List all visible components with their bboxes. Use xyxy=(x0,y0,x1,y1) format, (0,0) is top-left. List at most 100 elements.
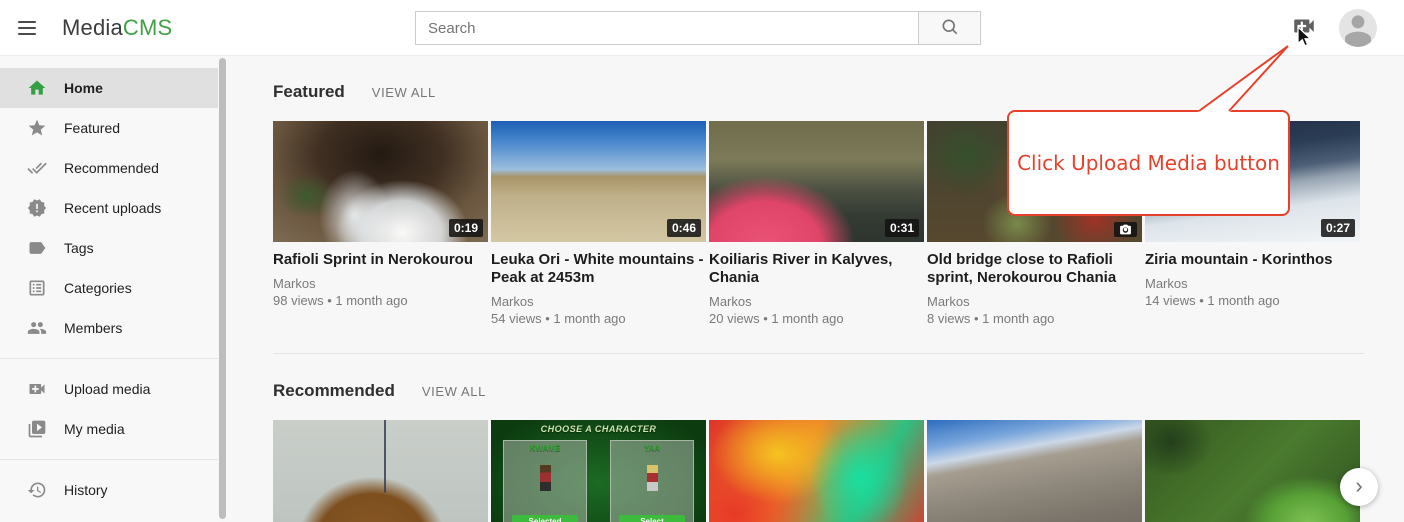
character-panel: YAA Select xyxy=(610,440,694,522)
user-avatar[interactable] xyxy=(1339,9,1377,47)
video-thumbnail[interactable]: 0:19 xyxy=(273,121,488,242)
sidebar-item-history[interactable]: History xyxy=(0,470,218,510)
person-icon xyxy=(1339,9,1377,47)
done-all-icon xyxy=(27,158,47,178)
carousel-next-button[interactable]: › xyxy=(1340,468,1378,506)
duration-badge: 0:31 xyxy=(885,219,919,237)
sidebar-item-label: History xyxy=(64,482,108,498)
sidebar-item-label: Home xyxy=(64,80,103,96)
media-card xyxy=(927,420,1142,522)
sidebar-item-featured[interactable]: Featured xyxy=(0,108,218,148)
duration-badge: 0:27 xyxy=(1321,219,1355,237)
sidebar-item-recommended[interactable]: Recommended xyxy=(0,148,218,188)
video-thumbnail[interactable] xyxy=(273,420,488,522)
sidebar-item-tags[interactable]: Tags xyxy=(0,228,218,268)
selected-button: Selected xyxy=(512,515,578,522)
media-title[interactable]: Rafioli Sprint in Nerokourou xyxy=(273,251,488,269)
media-meta: 54 views • 1 month ago xyxy=(491,310,706,327)
media-card xyxy=(273,420,488,522)
mediacms-page: MediaCMS Home Featured xyxy=(0,0,1404,522)
media-author[interactable]: Markos xyxy=(273,275,488,292)
media-title[interactable]: Leuka Ori - White mountains - Peak at 24… xyxy=(491,251,706,287)
media-author[interactable]: Markos xyxy=(927,293,1142,310)
media-card xyxy=(1145,420,1360,522)
media-card: 0:19 Rafioli Sprint in Nerokourou Markos… xyxy=(273,121,488,353)
star-icon xyxy=(27,118,47,138)
video-thumbnail[interactable] xyxy=(709,420,924,522)
people-icon xyxy=(27,318,47,338)
media-title[interactable]: Old bridge close to Rafioli sprint, Nero… xyxy=(927,251,1142,287)
duration-badge: 0:19 xyxy=(449,219,483,237)
search-button[interactable] xyxy=(918,11,981,45)
character-panel: KWAME Selected xyxy=(503,440,587,522)
hamburger-icon xyxy=(18,21,36,23)
menu-toggle-button[interactable] xyxy=(14,17,40,39)
video-call-icon xyxy=(27,379,47,399)
sidebar-item-label: Tags xyxy=(64,240,94,256)
list-icon xyxy=(27,278,47,298)
sidebar-item-members[interactable]: Members xyxy=(0,308,218,348)
section-divider xyxy=(273,353,1364,354)
media-card: CHOOSE A CHARACTER KWAME Selected YAA Se… xyxy=(491,420,706,522)
video-thumbnail[interactable] xyxy=(927,420,1142,522)
media-title[interactable]: Koiliaris River in Kalyves, Chania xyxy=(709,251,924,287)
media-card xyxy=(709,420,924,522)
tag-icon xyxy=(27,238,47,258)
camera-icon xyxy=(1119,223,1132,236)
sidebar-divider xyxy=(0,358,218,359)
select-button: Select xyxy=(619,515,685,522)
logo-text-media: Media xyxy=(62,15,123,41)
section-title: Recommended xyxy=(273,381,395,401)
sidebar-scrollbar[interactable] xyxy=(219,58,226,519)
media-author[interactable]: Markos xyxy=(491,293,706,310)
sidebar-item-label: Members xyxy=(64,320,122,336)
character-sprite xyxy=(647,465,658,491)
section-title: Featured xyxy=(273,82,345,102)
sidebar: Home Featured Recommended Recent uploads… xyxy=(0,56,218,522)
media-title[interactable]: Ziria mountain - Korinthos xyxy=(1145,251,1360,269)
history-icon xyxy=(27,480,47,500)
view-all-link[interactable]: VIEW ALL xyxy=(372,85,436,100)
sidebar-item-recent-uploads[interactable]: Recent uploads xyxy=(0,188,218,228)
sidebar-item-label: My media xyxy=(64,421,125,437)
logo-text-cms: CMS xyxy=(123,15,173,41)
media-meta: 14 views • 1 month ago xyxy=(1145,292,1360,309)
view-all-link[interactable]: VIEW ALL xyxy=(422,384,486,399)
search-input[interactable] xyxy=(415,11,918,45)
video-thumbnail[interactable]: 0:31 xyxy=(709,121,924,242)
sidebar-item-home[interactable]: Home xyxy=(0,68,218,108)
media-author[interactable]: Markos xyxy=(1145,275,1360,292)
mediacms-logo[interactable]: MediaCMS xyxy=(62,0,172,56)
callout-text: Click Upload Media button xyxy=(1017,151,1280,175)
sidebar-item-upload-media[interactable]: Upload media xyxy=(0,369,218,409)
thumbnail-overlay-title: CHOOSE A CHARACTER xyxy=(491,424,706,434)
sidebar-item-label: Categories xyxy=(64,280,132,296)
media-meta: 98 views • 1 month ago xyxy=(273,292,488,309)
search-icon xyxy=(940,17,960,40)
top-bar: MediaCMS xyxy=(0,0,1404,56)
media-meta: 8 views • 1 month ago xyxy=(927,310,1142,327)
mouse-cursor xyxy=(1297,26,1313,48)
video-thumbnail[interactable] xyxy=(1145,420,1360,522)
home-icon xyxy=(27,78,47,98)
video-thumbnail[interactable]: CHOOSE A CHARACTER KWAME Selected YAA Se… xyxy=(491,420,706,522)
sidebar-item-label: Recommended xyxy=(64,160,159,176)
search-bar xyxy=(415,11,981,45)
media-meta: 20 views • 1 month ago xyxy=(709,310,924,327)
sidebar-divider xyxy=(0,459,218,460)
new-releases-icon xyxy=(27,198,47,218)
media-card: 0:31 Koiliaris River in Kalyves, Chania … xyxy=(709,121,924,353)
sidebar-item-my-media[interactable]: My media xyxy=(0,409,218,449)
duration-badge: 0:46 xyxy=(667,219,701,237)
video-thumbnail[interactable]: 0:46 xyxy=(491,121,706,242)
sidebar-item-categories[interactable]: Categories xyxy=(0,268,218,308)
chevron-right-icon: › xyxy=(1355,475,1362,497)
sidebar-item-label: Upload media xyxy=(64,381,150,397)
media-author[interactable]: Markos xyxy=(709,293,924,310)
character-sprite xyxy=(540,465,551,491)
recommended-section-header: Recommended VIEW ALL xyxy=(273,381,1364,401)
featured-section-header: Featured VIEW ALL xyxy=(273,82,1364,102)
sidebar-item-label: Featured xyxy=(64,120,120,136)
sidebar-item-label: Recent uploads xyxy=(64,200,161,216)
photo-badge xyxy=(1114,222,1137,237)
